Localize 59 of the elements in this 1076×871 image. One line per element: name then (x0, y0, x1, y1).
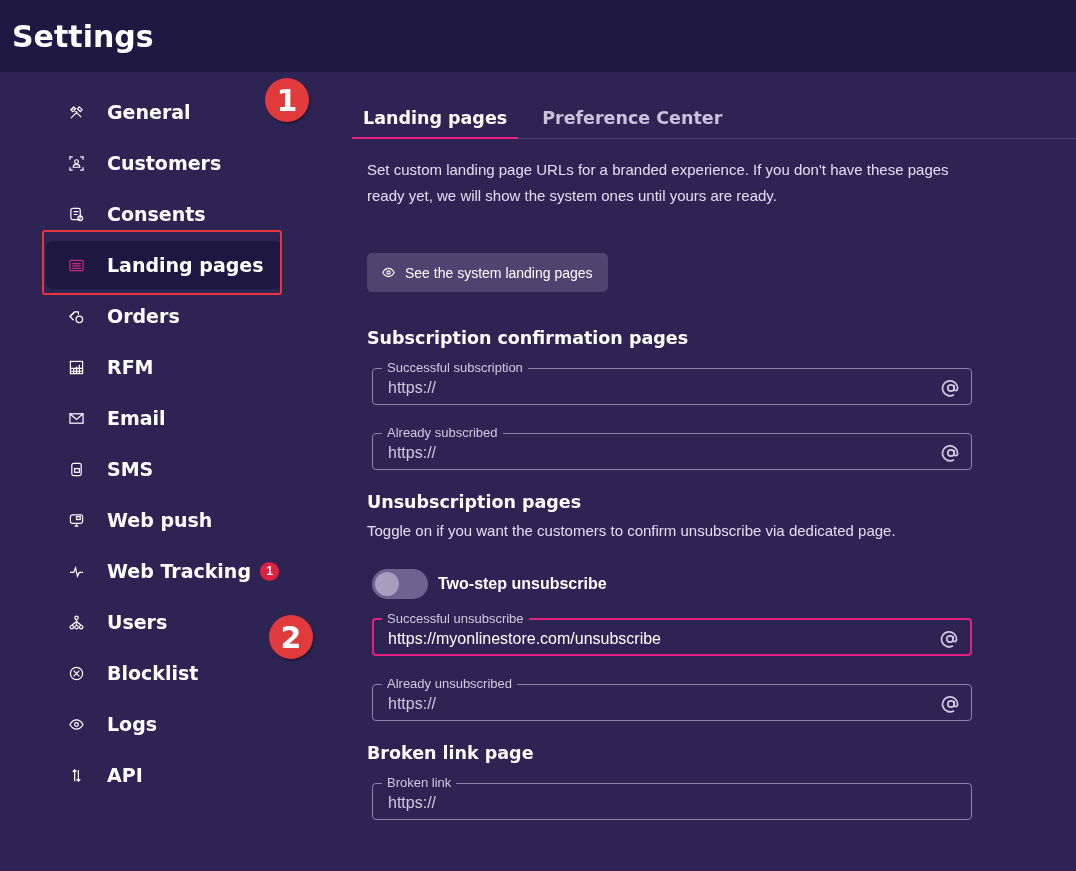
url-field[interactable]: Successful unsubscribe https://myonlinestore.com/unsubscribe (372, 611, 972, 656)
intro-text: Set custom landing page URLs for a branded experience. If you don't have these pages ready yet, we will show the system ones until yours are ready. (367, 160, 950, 206)
sidebar-item[interactable]: Blocklist (46, 649, 207, 697)
sidebar-item[interactable]: Users (46, 598, 176, 646)
url-field[interactable]: Successful subscription https:// (372, 360, 972, 405)
at-sign-icon (941, 694, 961, 714)
field-label: Already unsubscribed (386, 676, 514, 692)
tools-icon (69, 104, 84, 120)
notification-badge: 1 (260, 561, 279, 581)
sidebar-item[interactable]: Email (46, 394, 174, 442)
mail-icon (69, 410, 84, 426)
at-sign-icon (941, 378, 961, 398)
url-input[interactable]: https:// (388, 376, 941, 400)
see-system-pages-button[interactable]: See the system landing pages (367, 253, 608, 292)
sidebar-item[interactable]: API (46, 751, 151, 799)
sidebar-item[interactable]: Orders (46, 292, 188, 340)
section-title: Subscription confirmation pages (367, 328, 690, 348)
document-icon (69, 206, 84, 222)
pulse-icon (69, 563, 84, 579)
sidebar-item[interactable]: Customers (46, 139, 230, 187)
url-field[interactable]: Already unsubscribed https:// (372, 676, 972, 721)
tab[interactable]: Preference Center (531, 100, 734, 139)
at-sign-icon (941, 443, 961, 463)
person-frame-icon (69, 155, 84, 171)
page-title: Settings (12, 18, 154, 54)
section-title: Unsubscription pages (367, 492, 583, 512)
network-icon (69, 614, 84, 630)
sidebar-item[interactable]: Web push (46, 496, 221, 544)
sidebar-item[interactable]: SMS (46, 445, 162, 493)
section-title: Broken link page (367, 743, 535, 763)
section-description: Toggle on if you want the customers to confirm unsubscribe via dedicated page. (367, 522, 897, 539)
monitor-icon (69, 512, 84, 528)
page-icon (69, 257, 84, 273)
chart-icon (69, 359, 84, 375)
url-input[interactable]: https:// (388, 441, 941, 465)
url-field[interactable]: Already subscribed https:// (372, 425, 972, 470)
field-label: Already subscribed (386, 425, 499, 441)
url-input[interactable]: https:// (388, 692, 941, 716)
tag-icon (69, 308, 84, 324)
eye-icon (69, 716, 84, 732)
phone-icon (69, 461, 84, 477)
sidebar-item[interactable]: Web Tracking 1 (46, 547, 287, 595)
field-label: Successful unsubscribe (386, 611, 525, 627)
sidebar-item[interactable]: Consents (46, 190, 214, 238)
toggle-switch[interactable] (372, 569, 428, 599)
sidebar-item[interactable]: RFM (46, 343, 162, 391)
sidebar-item[interactable]: General (46, 88, 199, 136)
field-label: Broken link (386, 775, 453, 791)
url-input[interactable]: https://myonlinestore.com/unsubscribe (388, 627, 940, 651)
eye-icon (382, 266, 395, 279)
tab[interactable]: Landing pages (352, 100, 519, 139)
url-input[interactable]: https:// (388, 791, 961, 815)
field-label: Successful subscription (386, 360, 524, 376)
url-field[interactable]: Broken link https:// (372, 775, 972, 820)
toggle-label: Two-step unsubscribe (438, 575, 607, 593)
sidebar-item[interactable]: Logs (46, 700, 166, 748)
sidebar-item[interactable]: Landing pages (46, 241, 282, 289)
at-sign-icon (940, 629, 960, 649)
x-circle-icon (69, 665, 84, 681)
